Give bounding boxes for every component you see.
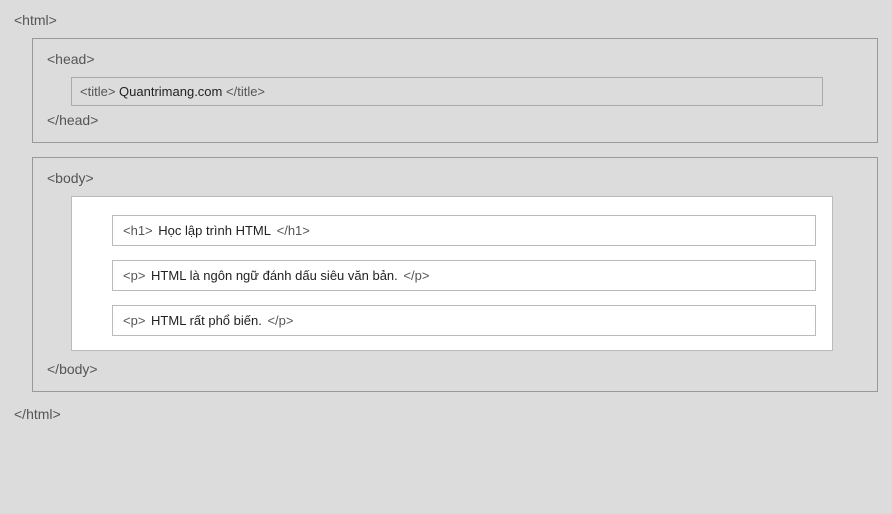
head-open-tag: <head>	[47, 51, 863, 67]
p1-close-tag: </p>	[403, 268, 429, 283]
body-close-tag: </body>	[47, 361, 863, 377]
html-open-tag: <html>	[14, 12, 878, 28]
title-open-tag: <title>	[80, 84, 115, 99]
p2-text: HTML rất phổ biến.	[149, 313, 264, 328]
p2-open-tag: <p>	[123, 313, 145, 328]
h1-close-tag: </h1>	[277, 223, 310, 238]
body-open-tag: <body>	[47, 170, 863, 186]
html-close-tag: </html>	[14, 406, 878, 422]
p2-close-tag: </p>	[267, 313, 293, 328]
title-close-tag: </title>	[226, 84, 265, 99]
h1-element: <h1> Học lập trình HTML </h1>	[112, 215, 816, 246]
body-content-area: <h1> Học lập trình HTML </h1> <p> HTML l…	[71, 196, 833, 351]
p1-open-tag: <p>	[123, 268, 145, 283]
h1-open-tag: <h1>	[123, 223, 153, 238]
body-section: <body> <h1> Học lập trình HTML </h1> <p>…	[32, 157, 878, 392]
p2-element: <p> HTML rất phổ biến. </p>	[112, 305, 816, 336]
h1-text: Học lập trình HTML	[156, 223, 273, 238]
title-text: Quantrimang.com	[119, 84, 222, 99]
head-section: <head> <title> Quantrimang.com </title> …	[32, 38, 878, 143]
p1-text: HTML là ngôn ngữ đánh dấu siêu văn bản.	[149, 268, 400, 283]
title-element: <title> Quantrimang.com </title>	[71, 77, 823, 106]
p1-element: <p> HTML là ngôn ngữ đánh dấu siêu văn b…	[112, 260, 816, 291]
head-close-tag: </head>	[47, 112, 863, 128]
